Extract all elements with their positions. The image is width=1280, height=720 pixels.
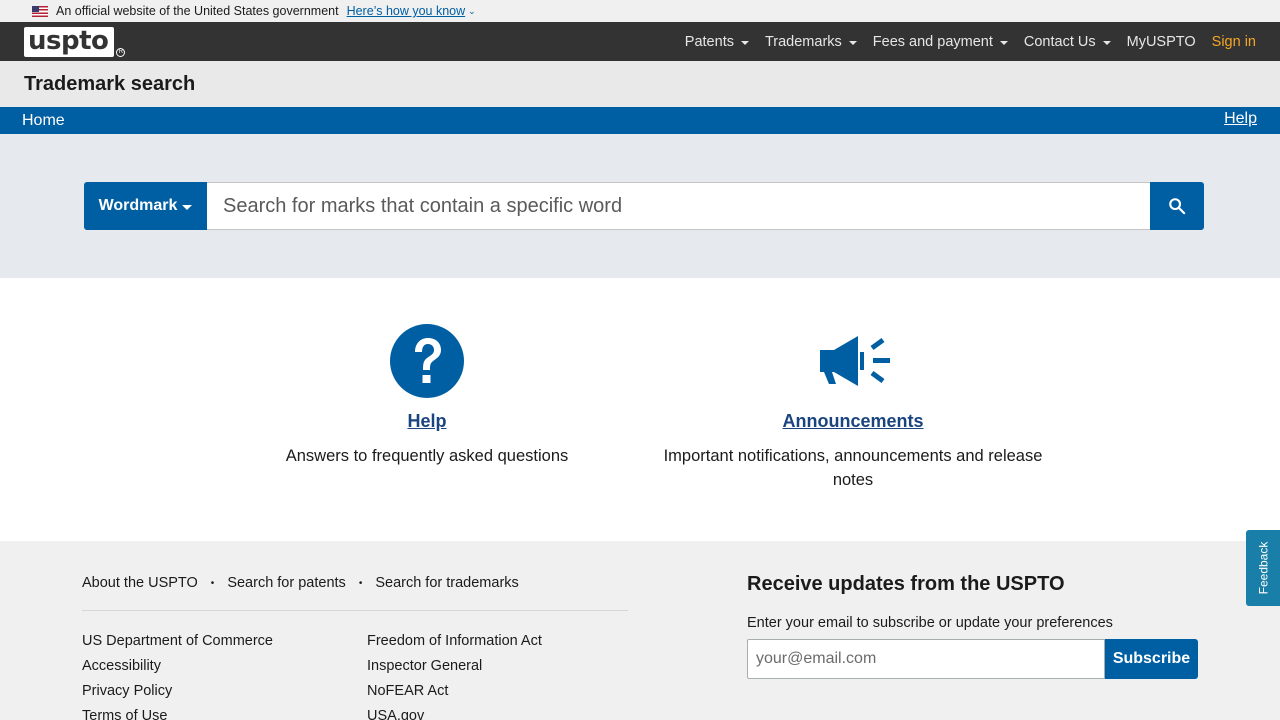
uspto-logo[interactable]: uspto R bbox=[24, 27, 125, 57]
footer-divider bbox=[82, 610, 628, 611]
email-field[interactable] bbox=[747, 639, 1105, 679]
gov-banner: An official website of the United States… bbox=[0, 0, 1280, 22]
heres-how-you-know-link[interactable]: Here’s how you know bbox=[347, 4, 466, 18]
search-section: Wordmark bbox=[0, 134, 1280, 278]
nav-contact-label: Contact Us bbox=[1024, 34, 1096, 50]
announcements-card: Announcements Important notifications, a… bbox=[648, 324, 1058, 492]
caret-down-icon bbox=[1000, 41, 1008, 45]
top-navigation: uspto R Patents Trademarks Fees and paym… bbox=[0, 22, 1280, 61]
nav-menu: Patents Trademarks Fees and payment Cont… bbox=[669, 22, 1256, 61]
footer-link-inspector-general[interactable]: Inspector General bbox=[367, 654, 542, 679]
footer-link-search-trademarks[interactable]: Search for trademarks bbox=[375, 575, 518, 591]
nav-fees-label: Fees and payment bbox=[873, 34, 993, 50]
caret-down-icon bbox=[741, 41, 749, 45]
footer: About the USPTO • Search for patents • S… bbox=[0, 541, 1280, 720]
footer-link-nofear[interactable]: NoFEAR Act bbox=[367, 679, 542, 704]
footer-top-links: About the USPTO • Search for patents • S… bbox=[82, 575, 519, 591]
announcements-card-description: Important notifications, announcements a… bbox=[648, 444, 1058, 492]
logo-text: uspto bbox=[24, 27, 114, 57]
feedback-tab[interactable]: Feedback bbox=[1246, 530, 1280, 606]
search-icon bbox=[1168, 197, 1186, 215]
nav-trademarks[interactable]: Trademarks bbox=[765, 34, 857, 50]
help-link[interactable]: Help bbox=[1224, 110, 1257, 128]
subscribe-form: Subscribe bbox=[747, 639, 1198, 679]
search-input[interactable] bbox=[207, 182, 1150, 230]
registered-mark-icon: R bbox=[116, 48, 125, 57]
footer-link-commerce[interactable]: US Department of Commerce bbox=[82, 629, 273, 654]
nav-patents-label: Patents bbox=[685, 34, 734, 50]
sign-in-link[interactable]: Sign in bbox=[1212, 34, 1256, 50]
nav-contact[interactable]: Contact Us bbox=[1024, 34, 1111, 50]
updates-subtext: Enter your email to subscribe or update … bbox=[747, 615, 1113, 631]
sign-in-label: Sign in bbox=[1212, 34, 1256, 50]
nav-trademarks-label: Trademarks bbox=[765, 34, 842, 50]
home-link[interactable]: Home bbox=[22, 112, 65, 130]
page-title: Trademark search bbox=[24, 73, 195, 96]
updates-heading: Receive updates from the USPTO bbox=[747, 573, 1065, 596]
footer-link-search-patents[interactable]: Search for patents bbox=[227, 575, 346, 591]
announcements-card-link[interactable]: Announcements bbox=[648, 411, 1058, 432]
chevron-down-icon[interactable]: ⌄ bbox=[468, 6, 476, 17]
search-type-dropdown[interactable]: Wordmark bbox=[84, 182, 207, 230]
footer-link-foia[interactable]: Freedom of Information Act bbox=[367, 629, 542, 654]
search-type-label: Wordmark bbox=[99, 197, 178, 215]
megaphone-icon bbox=[816, 324, 890, 398]
separator-dot: • bbox=[359, 578, 363, 589]
nav-fees[interactable]: Fees and payment bbox=[873, 34, 1008, 50]
caret-down-icon bbox=[849, 41, 857, 45]
separator-dot: • bbox=[211, 578, 215, 589]
nav-patents[interactable]: Patents bbox=[685, 34, 749, 50]
gov-banner-text: An official website of the United States… bbox=[56, 4, 339, 18]
search-bar: Wordmark bbox=[84, 182, 1204, 230]
help-card: Help Answers to frequently asked questio… bbox=[252, 324, 602, 468]
caret-down-icon bbox=[182, 205, 192, 210]
title-bar: Trademark search bbox=[0, 61, 1280, 107]
footer-link-accessibility[interactable]: Accessibility bbox=[82, 654, 273, 679]
question-circle-icon bbox=[390, 324, 464, 398]
help-card-description: Answers to frequently asked questions bbox=[252, 444, 602, 468]
footer-column-2: Freedom of Information Act Inspector Gen… bbox=[367, 629, 542, 720]
feedback-label: Feedback bbox=[1256, 542, 1270, 595]
nav-myuspto[interactable]: MyUSPTO bbox=[1127, 34, 1196, 50]
nav-myuspto-label: MyUSPTO bbox=[1127, 34, 1196, 50]
footer-column-1: US Department of Commerce Accessibility … bbox=[82, 629, 273, 720]
caret-down-icon bbox=[1103, 41, 1111, 45]
us-flag-icon bbox=[32, 6, 48, 17]
help-card-link[interactable]: Help bbox=[252, 411, 602, 432]
footer-link-privacy[interactable]: Privacy Policy bbox=[82, 679, 273, 704]
breadcrumb-bar: Home Help bbox=[0, 107, 1280, 134]
footer-link-about[interactable]: About the USPTO bbox=[82, 575, 198, 591]
footer-link-terms[interactable]: Terms of Use bbox=[82, 704, 273, 720]
subscribe-button[interactable]: Subscribe bbox=[1105, 639, 1198, 679]
footer-link-usagov[interactable]: USA.gov bbox=[367, 704, 542, 720]
search-button[interactable] bbox=[1150, 182, 1204, 230]
